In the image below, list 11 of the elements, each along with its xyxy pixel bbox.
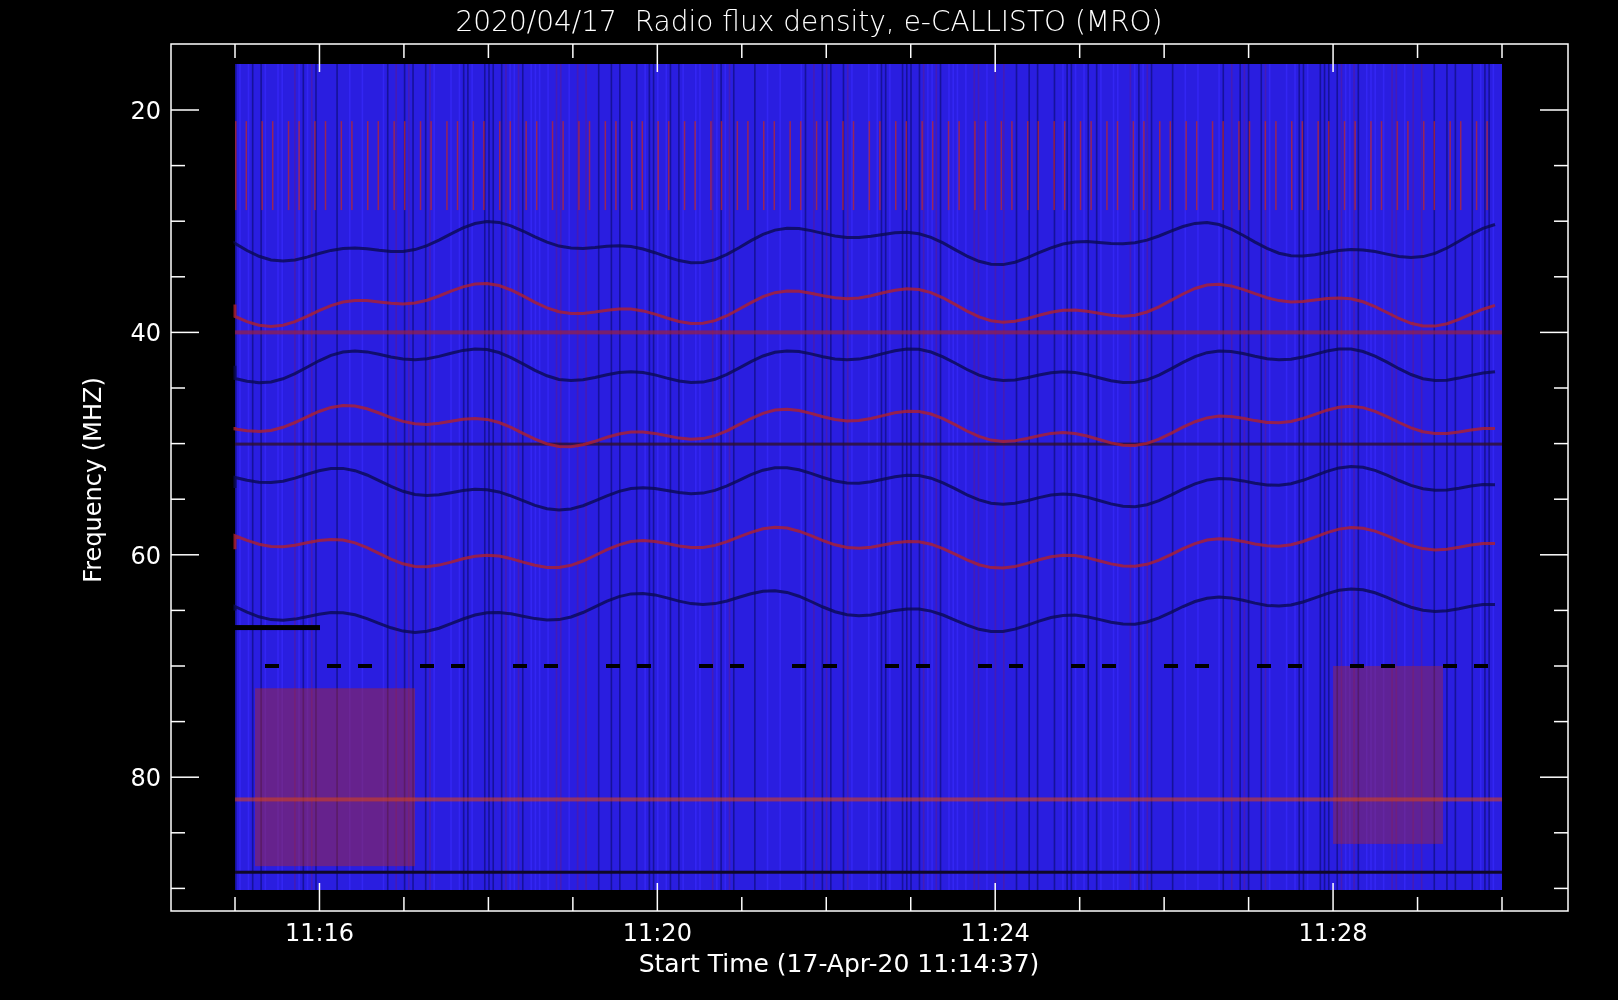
y-axis-label: Frequency (MHZ)	[79, 377, 107, 583]
x-axis-label: Start Time (17-Apr-20 11:14:37)	[638, 949, 1040, 978]
x-tick-label: 11:28	[1298, 919, 1368, 943]
y-tick-label: 20	[130, 97, 161, 125]
y-tick-label: 60	[130, 541, 161, 570]
x-tick-label: 11:20	[622, 919, 692, 943]
chart-title: 2020/04/17 Radio flux density, e-CALLISTO (MRO)	[455, 5, 1163, 38]
y-tick-label: 40	[130, 319, 161, 348]
y-tick-label: 80	[130, 764, 161, 793]
x-tick-label: 11:16	[284, 919, 355, 943]
x-tick-label: 11:24	[960, 919, 1030, 943]
